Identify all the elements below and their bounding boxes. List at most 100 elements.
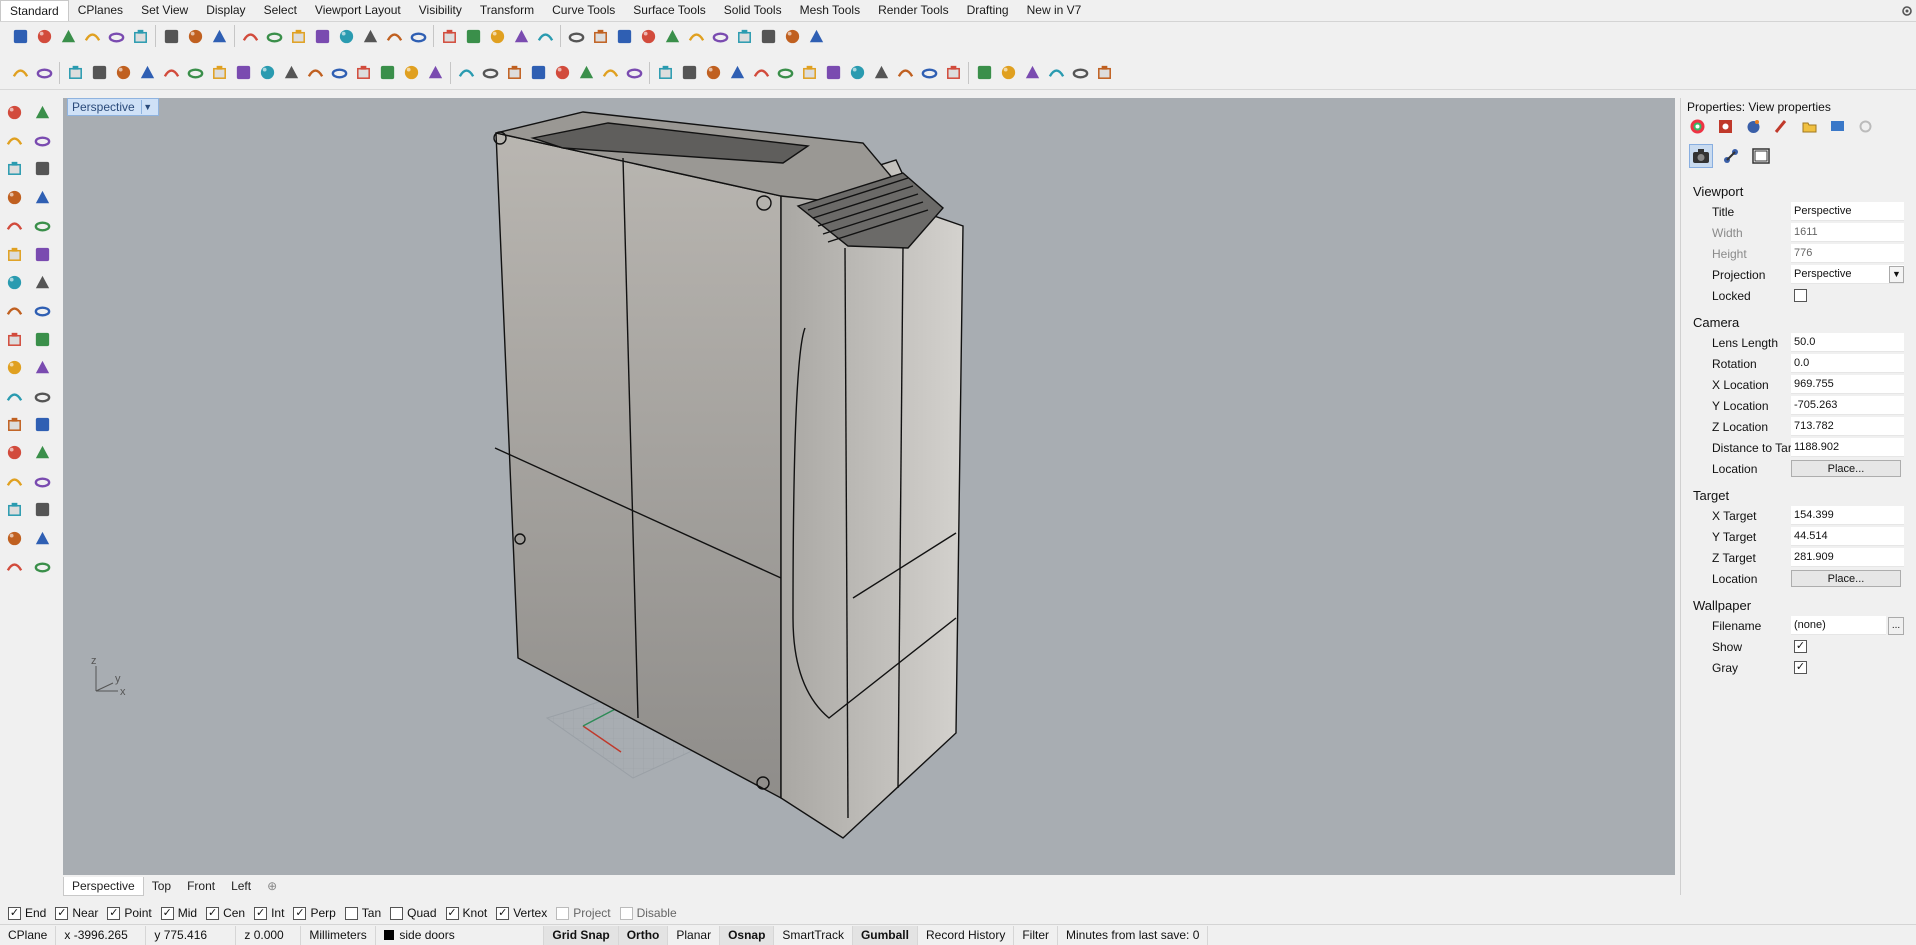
object-properties-icon[interactable] [708, 24, 732, 48]
camera-icon[interactable] [1689, 144, 1713, 168]
status-planar[interactable]: Planar [668, 925, 721, 945]
status-record-history[interactable]: Record History [918, 925, 1015, 945]
layer-indicator[interactable]: side doors [376, 925, 545, 945]
analyze-icon[interactable] [30, 498, 54, 522]
paste-icon[interactable] [183, 24, 207, 48]
display-icon[interactable] [1829, 118, 1846, 135]
material-icon[interactable] [2, 554, 26, 578]
transform-icon[interactable] [574, 61, 598, 85]
osnap-int[interactable]: ✓ Int [254, 906, 284, 920]
zoom-extents-icon[interactable] [334, 24, 358, 48]
osnap-mid[interactable]: ✓ Mid [160, 906, 197, 920]
add-viewport-icon[interactable]: ⊕ [259, 877, 285, 895]
render-sphere-icon[interactable] [612, 24, 636, 48]
rectangle-icon[interactable] [30, 185, 54, 209]
viewport-tab-top[interactable]: Top [144, 877, 179, 895]
globe-icon[interactable] [780, 24, 804, 48]
status-ortho[interactable]: Ortho [618, 925, 669, 945]
import-icon[interactable] [104, 24, 128, 48]
rotate-2-icon[interactable] [255, 61, 279, 85]
sphere-solid-icon[interactable] [30, 270, 54, 294]
checkbox[interactable] [556, 906, 570, 920]
pin-icon[interactable] [1092, 61, 1116, 85]
save-icon[interactable] [56, 24, 80, 48]
status-gumball[interactable]: Gumball [852, 925, 918, 945]
paint-bucket-icon[interactable] [30, 554, 54, 578]
light-bulb-icon[interactable] [509, 24, 533, 48]
color-wheel-icon[interactable] [588, 24, 612, 48]
text-icon[interactable] [941, 61, 965, 85]
lens-field[interactable]: 50.0 [1791, 333, 1904, 352]
status-smarttrack[interactable]: SmartTrack [774, 925, 853, 945]
checkbox[interactable] [344, 906, 358, 920]
y-location-field[interactable]: -705.263 [1791, 396, 1904, 415]
render-tool-icon[interactable] [2, 526, 26, 550]
point-icon[interactable] [30, 100, 54, 124]
curve-tools-icon[interactable] [30, 214, 54, 238]
sphere-blue-icon[interactable] [972, 61, 996, 85]
checkbox[interactable] [619, 906, 633, 920]
cut-icon[interactable] [128, 24, 152, 48]
z-target-field[interactable]: 281.909 [1791, 548, 1904, 567]
blue-sphere-icon[interactable] [684, 24, 708, 48]
tab-surface-tools[interactable]: Surface Tools [624, 0, 715, 21]
no-entry-icon[interactable] [1044, 61, 1068, 85]
show-checkbox[interactable]: ✓ [1794, 640, 1807, 653]
cplane-label[interactable]: CPlane [0, 925, 57, 945]
distance-field[interactable]: 1188.902 [1791, 438, 1904, 457]
cplane-icon[interactable] [32, 61, 56, 85]
viewport-tab-left[interactable]: Left [223, 877, 259, 895]
car-outline-icon[interactable] [461, 24, 485, 48]
gear-icon[interactable] [1900, 4, 1914, 18]
z-location-field[interactable]: 713.782 [1791, 417, 1904, 436]
chevron-down-icon[interactable]: ▼ [140, 100, 154, 114]
osnap-point[interactable]: ✓ Point [107, 906, 152, 920]
tab-display[interactable]: Display [197, 0, 254, 21]
mirror-icon[interactable] [598, 61, 622, 85]
x-target-field[interactable]: 154.399 [1791, 506, 1904, 525]
undo-icon[interactable] [207, 24, 231, 48]
checkbox[interactable]: ✓ [55, 906, 69, 920]
tab-standard[interactable]: Standard [0, 0, 69, 21]
print-icon[interactable] [80, 24, 104, 48]
polyline-icon[interactable] [2, 128, 26, 152]
dimension-tool-icon[interactable] [30, 441, 54, 465]
open-file-icon[interactable] [32, 24, 56, 48]
y-target-field[interactable]: 44.514 [1791, 527, 1904, 546]
command-icon[interactable] [8, 61, 32, 85]
target-place-button[interactable]: Place... [1791, 570, 1901, 587]
osnap-project[interactable]: Project [556, 906, 611, 920]
tab-solid-tools[interactable]: Solid Tools [715, 0, 791, 21]
brush-icon[interactable] [893, 61, 917, 85]
checkbox[interactable]: ✓ [496, 906, 510, 920]
osnap-tan[interactable]: Tan [344, 906, 381, 920]
checkbox[interactable] [390, 906, 404, 920]
new-file-icon[interactable] [8, 24, 32, 48]
sphere-yellow-icon[interactable] [1020, 61, 1044, 85]
mesh-icon[interactable] [30, 299, 54, 323]
ellipse-icon[interactable] [30, 157, 54, 181]
tab-render-tools[interactable]: Render Tools [869, 0, 958, 21]
status-osnap[interactable]: Osnap [720, 925, 775, 945]
osnap-cen[interactable]: ✓ Cen [206, 906, 245, 920]
array-icon[interactable] [526, 61, 550, 85]
tab-set-view[interactable]: Set View [132, 0, 197, 21]
pipe-icon[interactable] [399, 61, 423, 85]
rotation-field[interactable]: 0.0 [1791, 354, 1904, 373]
checkbox[interactable]: ✓ [293, 906, 307, 920]
cage-edit-icon[interactable] [2, 412, 26, 436]
explode-icon[interactable] [30, 327, 54, 351]
folder-icon[interactable] [1801, 118, 1818, 135]
osnap-knot[interactable]: ✓ Knot [445, 906, 487, 920]
layer-icon[interactable] [564, 24, 588, 48]
help-icon[interactable] [804, 24, 828, 48]
point-cloud-icon[interactable] [996, 61, 1020, 85]
sphere-icon[interactable] [135, 61, 159, 85]
check-icon[interactable] [30, 526, 54, 550]
split-icon[interactable] [303, 61, 327, 85]
viewport-frame-icon[interactable] [1749, 144, 1773, 168]
torus-icon[interactable] [183, 61, 207, 85]
split-icon[interactable] [30, 356, 54, 380]
chevron-down-icon[interactable]: ▼ [1889, 265, 1904, 283]
viewport-tab-perspective[interactable]: Perspective [63, 876, 144, 896]
